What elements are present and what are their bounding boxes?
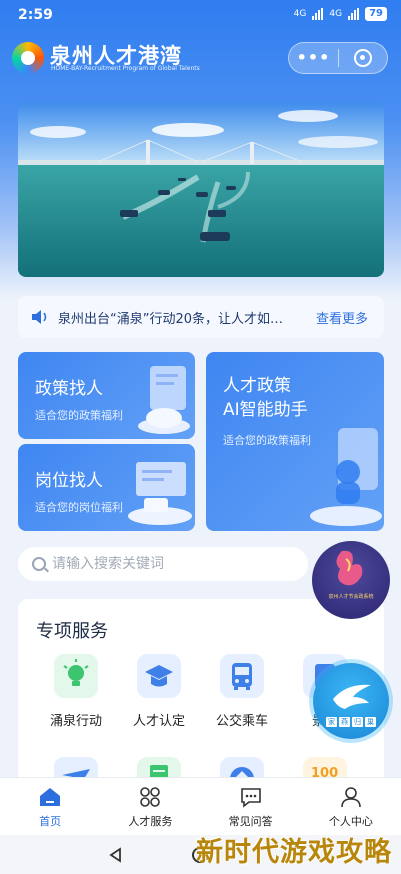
bus-icon xyxy=(220,654,264,698)
ai-assistant-title-line2: AI智能助手 xyxy=(223,400,308,420)
talent-festival-float-button[interactable]: 泉州人才节会政系统 xyxy=(312,541,390,619)
notice-text: 泉州出台“涌泉”行动20条，让人才如… xyxy=(58,311,284,327)
tab-faq[interactable]: 常见问答 xyxy=(201,778,301,835)
return-home-float-button[interactable]: 家 燕 归 巢 xyxy=(313,663,389,739)
tab-label: 个人中心 xyxy=(328,815,373,828)
tab-talent-service[interactable]: 人才服务 xyxy=(100,778,200,835)
search-icon xyxy=(32,557,46,571)
app-header: 泉州人才港湾 HOME-BAY-Recruitment Program of G… xyxy=(0,36,401,80)
status-indicators: 4G 4G 79 xyxy=(294,7,387,21)
policy-find-title: 政策找人 xyxy=(35,379,103,399)
swallow-icon xyxy=(333,684,371,709)
person-icon xyxy=(341,787,361,808)
watermark-text: 新时代游戏攻略 xyxy=(196,837,392,868)
festival-logo-icon xyxy=(336,550,363,586)
policy-find-subtitle: 适合您的政策福利 xyxy=(35,409,123,422)
app-logo-icon xyxy=(12,42,44,74)
grid-icon xyxy=(140,787,161,807)
return-char: 家 xyxy=(326,717,337,727)
tab-profile[interactable]: 个人中心 xyxy=(301,778,401,835)
miniprogram-capsule: ••• xyxy=(288,42,388,74)
home-icon xyxy=(40,788,61,806)
service-label: 涌泉行动 xyxy=(49,714,102,729)
return-char: 归 xyxy=(352,717,363,727)
back-icon[interactable] xyxy=(108,847,122,863)
chat-icon xyxy=(240,788,261,808)
return-home-label: 家 燕 归 巢 xyxy=(321,717,381,727)
ai-robot-illustration-icon xyxy=(310,428,382,526)
ai-assistant-card[interactable]: 人才政策 AI智能助手 适合您的政策福利 xyxy=(206,352,384,531)
network-label: 4G xyxy=(293,9,307,19)
job-find-subtitle: 适合您的岗位福利 xyxy=(35,501,123,514)
job-find-title: 岗位找人 xyxy=(35,471,103,491)
battery-icon: 79 xyxy=(365,7,387,21)
hero-banner[interactable] xyxy=(18,102,384,277)
notice-bar[interactable]: 泉州出台“涌泉”行动20条，让人才如… 查看更多 xyxy=(18,296,384,338)
close-button[interactable] xyxy=(339,49,387,67)
tab-label: 人才服务 xyxy=(128,815,173,828)
graduation-cap-icon xyxy=(137,654,181,698)
services-title: 专项服务 xyxy=(36,621,108,642)
bay-bridge-photo xyxy=(18,102,384,277)
signal-icon-2 xyxy=(348,8,360,20)
lightbulb-icon xyxy=(54,654,98,698)
more-button[interactable]: ••• xyxy=(289,43,338,73)
bottom-tab-bar: 首页 人才服务 常见问答 个人中心 xyxy=(0,777,401,835)
policy-find-card[interactable]: 政策找人 适合您的政策福利 xyxy=(18,352,195,439)
signal-icon xyxy=(312,8,324,20)
tab-label: 首页 xyxy=(39,815,62,828)
search-bar[interactable] xyxy=(18,547,308,581)
status-time: 2:59 xyxy=(18,7,53,23)
status-bar: 2:59 4G 4G 79 xyxy=(0,0,401,30)
close-target-icon xyxy=(353,49,372,67)
policy-illustration-icon xyxy=(138,366,190,434)
service-talent-certification[interactable]: 人才认定 xyxy=(119,654,199,729)
tab-label: 常见问答 xyxy=(228,815,273,828)
ai-assistant-title: 人才政策 AI智能助手 xyxy=(223,374,308,422)
job-illustration-icon xyxy=(128,462,192,525)
return-char: 燕 xyxy=(339,717,350,727)
return-char: 巢 xyxy=(365,717,376,727)
service-yongquan[interactable]: 涌泉行动 xyxy=(36,654,116,729)
service-label: 人才认定 xyxy=(132,714,185,729)
festival-label: 泉州人才节会政系统 xyxy=(328,594,374,600)
tab-home[interactable]: 首页 xyxy=(0,778,100,835)
notice-more-link[interactable]: 查看更多 xyxy=(316,308,368,327)
network-label-2: 4G xyxy=(329,9,343,19)
app-subtitle: HOME-BAY-Recruitment Program of Global T… xyxy=(51,65,200,72)
job-find-card[interactable]: 岗位找人 适合您的岗位福利 xyxy=(18,444,195,531)
speaker-icon xyxy=(32,310,47,324)
service-bus[interactable]: 公交乘车 xyxy=(202,654,282,729)
service-label: 公交乘车 xyxy=(215,714,268,729)
ai-assistant-title-line1: 人才政策 xyxy=(223,376,291,396)
search-input[interactable] xyxy=(52,556,292,572)
